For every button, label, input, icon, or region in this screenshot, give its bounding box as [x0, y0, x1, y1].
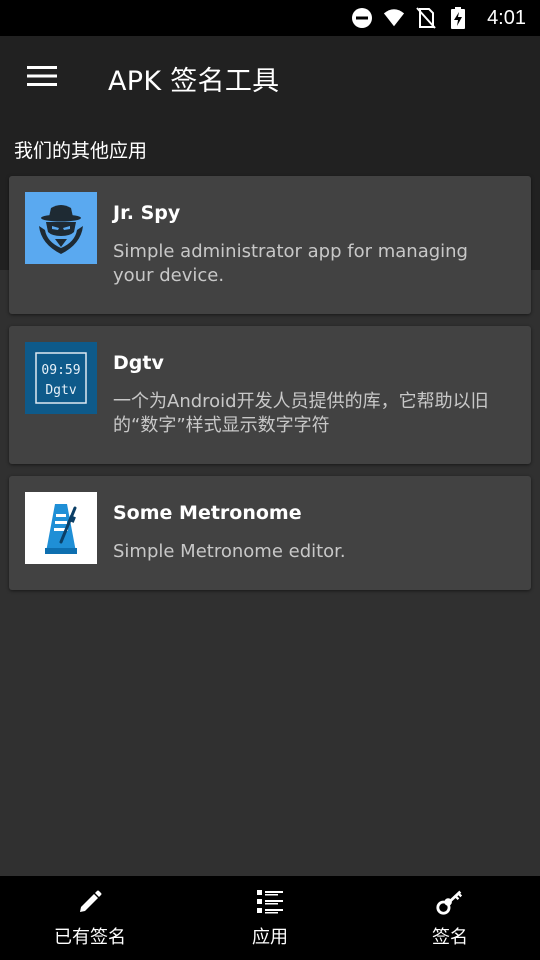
- digital-clock-icon: 09:59 Dgtv: [25, 342, 97, 414]
- clock-name-text: Dgtv: [45, 383, 76, 398]
- app-bar: APK 签名工具: [0, 36, 540, 120]
- spy-agent-icon: [25, 192, 97, 264]
- app-card-title: Jr. Spy: [113, 202, 181, 224]
- nav-label: 应用: [252, 927, 288, 948]
- nav-item-apps[interactable]: 应用: [180, 876, 360, 960]
- section-header: 我们的其他应用: [14, 140, 148, 162]
- screen: 4:01 APK 签名工具 我们的其他应用 Jr. Spy Simple adm…: [0, 0, 540, 960]
- app-card-dgtv[interactable]: 09:59 Dgtv Dgtv 一个为Android开发人员提供的库，它帮助以旧…: [9, 326, 531, 464]
- nav-label: 签名: [432, 927, 468, 948]
- menu-button[interactable]: [21, 57, 63, 99]
- nav-item-signing[interactable]: 签名: [360, 876, 540, 960]
- main-content: 我们的其他应用 Jr. Spy Simple administrator app…: [0, 120, 540, 876]
- app-card-jr-spy[interactable]: Jr. Spy Simple administrator app for man…: [9, 176, 531, 314]
- app-card-description: Simple Metronome editor.: [113, 541, 346, 562]
- app-card-some-metronome[interactable]: Some Metronome Simple Metronome editor.: [9, 476, 531, 590]
- list-icon: [255, 887, 285, 917]
- app-card-title: Dgtv: [113, 352, 164, 374]
- clock-time-text: 09:59: [41, 363, 80, 378]
- hamburger-menu-icon: [27, 65, 57, 91]
- status-icons: 4:01: [351, 7, 526, 30]
- bottom-navigation: 已有签名 应用 签名: [0, 876, 540, 960]
- no-sim-icon: [415, 7, 437, 29]
- nav-item-existing-signatures[interactable]: 已有签名: [0, 876, 180, 960]
- wifi-icon: [383, 7, 405, 29]
- battery-charging-icon: [447, 7, 469, 29]
- app-card-description: Simple administrator app for managing yo…: [113, 241, 468, 286]
- metronome-icon: [25, 492, 97, 564]
- do-not-disturb-icon: [351, 7, 373, 29]
- status-bar: 4:01: [0, 0, 540, 36]
- app-title: APK 签名工具: [108, 65, 280, 97]
- status-time: 4:01: [487, 6, 526, 29]
- app-card-title: Some Metronome: [113, 502, 302, 524]
- pencil-icon: [75, 887, 105, 917]
- app-card-description: 一个为Android开发人员提供的库，它帮助以旧的“数字”样式显示数字字符: [113, 391, 489, 436]
- keys-icon: [435, 887, 465, 917]
- nav-label: 已有签名: [54, 927, 126, 948]
